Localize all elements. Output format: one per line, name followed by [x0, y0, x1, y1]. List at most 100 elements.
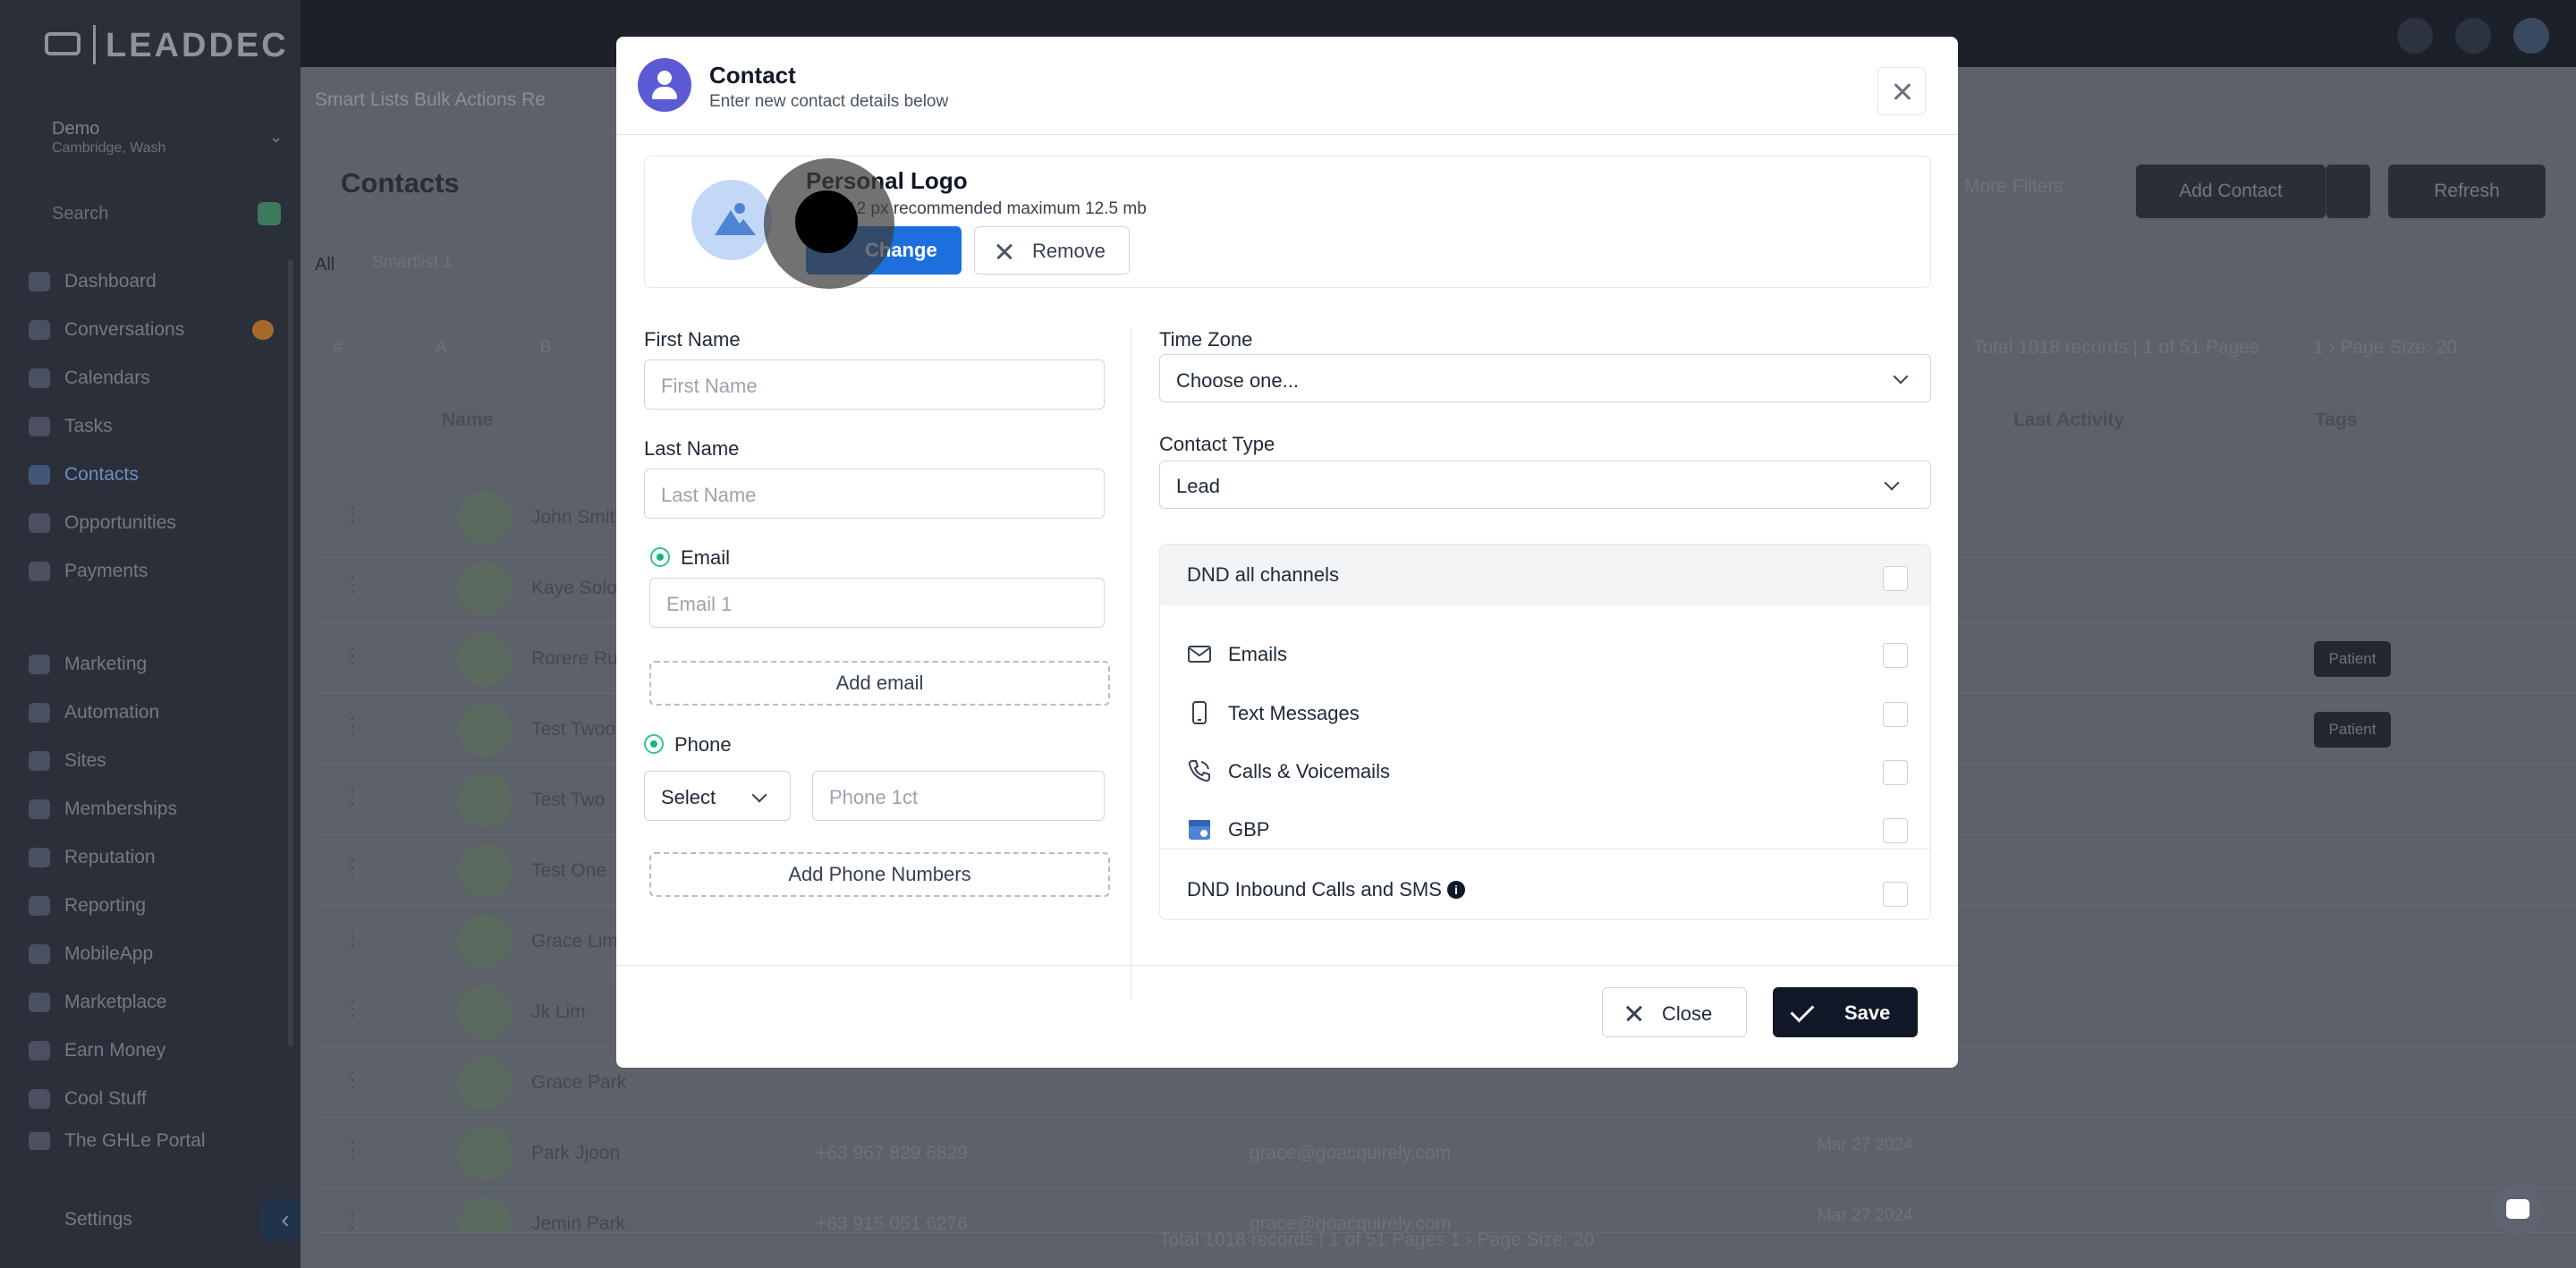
time-zone-label: Time Zone	[1159, 328, 1253, 351]
row-menu-icon[interactable]: ⋮	[342, 572, 363, 598]
row-menu-icon[interactable]: ⋮	[342, 996, 363, 1022]
contact-name[interactable]: Test One	[531, 860, 606, 882]
dnd-emails-row[interactable]: Emails	[1160, 627, 1930, 680]
add-email-button[interactable]: Add email	[649, 661, 1110, 706]
close-icon[interactable]	[1877, 67, 1926, 115]
last-name-field[interactable]: Last Name	[644, 469, 1105, 519]
save-button[interactable]: Save	[1773, 987, 1918, 1037]
sidebar-item-payments[interactable]: Payments	[29, 556, 279, 587]
sidebar-item-opportunities[interactable]: Opportunities	[29, 508, 279, 538]
dnd-gbp-row[interactable]: GBP	[1160, 802, 1930, 856]
sidebar-item-label: Tasks	[64, 416, 113, 436]
contact-name[interactable]: Rorere Ruh	[531, 648, 629, 670]
row-menu-icon[interactable]: ⋮	[342, 1067, 363, 1093]
contact-name[interactable]: Grace Park	[531, 1072, 626, 1094]
more-filters-button[interactable]: More Filters	[1964, 176, 2063, 198]
contact-name[interactable]: Test Two	[531, 790, 605, 811]
sidebar-item-reporting[interactable]: Reporting	[29, 891, 279, 921]
row-menu-icon[interactable]: ⋮	[342, 502, 363, 528]
sidebar-item-cool-stuff[interactable]: Cool Stuff	[29, 1084, 279, 1114]
dnd-text-messages-label: Text Messages	[1228, 702, 1360, 724]
sidebar-item-memberships[interactable]: Memberships	[29, 794, 279, 824]
phone-primary-radio[interactable]	[644, 734, 664, 754]
column-header-last-activity[interactable]: Last Activity	[2013, 410, 2124, 431]
info-icon[interactable]: i	[1446, 881, 1465, 899]
sidebar-item-mobileapp[interactable]: MobileApp	[29, 939, 279, 969]
sidebar-item-portal[interactable]: The GHLe Portal	[29, 1132, 279, 1150]
pagination[interactable]: 1 › Page Size: 20	[2313, 337, 2457, 359]
country-code-select[interactable]: Select	[644, 771, 791, 821]
account-switcher[interactable]: Demo Cambridge, Wash ⌄	[25, 119, 284, 162]
add-contact-button[interactable]: Add Contact	[2136, 165, 2326, 218]
contact-name[interactable]: Park Jjoon	[531, 1143, 620, 1164]
add-phone-numbers-button[interactable]: Add Phone Numbers	[649, 852, 1110, 897]
table-row[interactable]: ⋮ Park Jjoon +63 967 829 6829 grace@goacqui…	[315, 1118, 2576, 1188]
close-button[interactable]: Close	[1602, 987, 1747, 1037]
quick-add-icon[interactable]	[258, 202, 281, 225]
row-menu-icon[interactable]: ⋮	[342, 855, 363, 881]
contact-type-select[interactable]: Lead	[1159, 461, 1931, 509]
row-menu-icon[interactable]: ⋮	[342, 1208, 363, 1232]
contact-name[interactable]: Grace Lim	[531, 931, 618, 952]
row-menu-icon[interactable]: ⋮	[342, 1137, 363, 1163]
dnd-text-messages-row[interactable]: Text Messages	[1160, 686, 1930, 740]
dnd-emails-checkbox[interactable]	[1883, 643, 1908, 668]
user-icon-head	[657, 71, 672, 85]
sidebar-item-label: Reporting	[64, 895, 147, 916]
phone-icon[interactable]	[2397, 18, 2433, 54]
refresh-button[interactable]: Refresh	[2388, 165, 2546, 218]
dnd-inbound-row[interactable]: DND Inbound Calls and SMS i	[1160, 864, 1930, 917]
sidebar-item-automation[interactable]: Automation	[29, 697, 279, 728]
dnd-gbp-checkbox[interactable]	[1883, 818, 1908, 843]
sidebar-item-reputation[interactable]: Reputation	[29, 842, 279, 873]
dnd-inbound-checkbox[interactable]	[1883, 882, 1908, 907]
time-zone-select[interactable]: Choose one...	[1159, 354, 1931, 402]
sidebar-scrollbar[interactable]	[288, 259, 293, 1046]
chat-widget-button[interactable]	[2492, 1185, 2542, 1235]
email-field[interactable]: Email 1	[649, 578, 1105, 628]
dnd-all-channels-row[interactable]: DND all channels	[1160, 545, 1930, 605]
dnd-calls-checkbox[interactable]	[1883, 760, 1908, 785]
sidebar-item-earn-money[interactable]: Earn Money	[29, 1036, 279, 1066]
row-menu-icon[interactable]: ⋮	[342, 714, 363, 740]
sidebar-item-marketplace[interactable]: Marketplace	[29, 987, 279, 1018]
row-menu-icon[interactable]: ⋮	[342, 926, 363, 951]
table-footer-pagination[interactable]: Total 1018 records | 1 of 51 Pages 1 › P…	[1159, 1230, 1594, 1251]
user-avatar[interactable]	[2513, 18, 2549, 54]
sidebar-item-dashboard[interactable]: Dashboard	[29, 266, 279, 297]
dnd-all-checkbox[interactable]	[1883, 566, 1908, 591]
remove-logo-button[interactable]: Remove	[974, 226, 1130, 275]
sidebar-item-conversations[interactable]: Conversations	[29, 315, 279, 345]
email-primary-radio[interactable]	[650, 547, 670, 567]
sidebar-item-contacts[interactable]: Contacts	[29, 460, 279, 490]
phone-field[interactable]: Phone 1ct	[812, 771, 1105, 821]
contact-email[interactable]: grace@goacquirely.com	[1250, 1143, 1451, 1164]
contact-name[interactable]: Test Twoo	[531, 719, 615, 740]
sidebar-search[interactable]: Search	[25, 199, 284, 231]
page-tabs[interactable]: Smart Lists Bulk Actions Re	[315, 89, 546, 111]
contact-phone[interactable]: +63 967 829 6829	[816, 1143, 968, 1164]
first-name-label: First Name	[644, 328, 741, 351]
contact-phone[interactable]: +63 915 051 6276	[816, 1213, 968, 1232]
row-menu-icon[interactable]: ⋮	[342, 643, 363, 669]
sidebar-item-settings[interactable]: Settings	[29, 1209, 132, 1230]
table-row[interactable]: ⋮ Jemin Park +63 915 051 6276 grace@goacqui…	[315, 1188, 2576, 1233]
dnd-calls-label: Calls & Voicemails	[1228, 760, 1390, 782]
dnd-calls-row[interactable]: Calls & Voicemails	[1160, 744, 1930, 798]
sidebar-item-calendars[interactable]: Calendars	[29, 363, 279, 393]
row-menu-icon[interactable]: ⋮	[342, 784, 363, 810]
sidebar-item-sites[interactable]: Sites	[29, 746, 279, 776]
column-header-name[interactable]: Name	[442, 410, 493, 431]
filter-smartlist-tab[interactable]: Smartlist 1	[372, 253, 453, 273]
filter-all-tab[interactable]: All	[315, 255, 335, 275]
contact-name[interactable]: Jk Lim	[531, 1002, 586, 1023]
contact-user-icon	[638, 58, 691, 112]
contact-name[interactable]: Jemin Park	[531, 1213, 625, 1232]
sidebar-item-tasks[interactable]: Tasks	[29, 411, 279, 442]
import-icon[interactable]	[2326, 165, 2370, 218]
sidebar-item-marketing[interactable]: Marketing	[29, 649, 279, 680]
contact-name[interactable]: John Smith	[531, 507, 625, 528]
dnd-text-messages-checkbox[interactable]	[1883, 702, 1908, 727]
bell-icon[interactable]	[2455, 18, 2491, 54]
first-name-field[interactable]: First Name	[644, 359, 1105, 410]
